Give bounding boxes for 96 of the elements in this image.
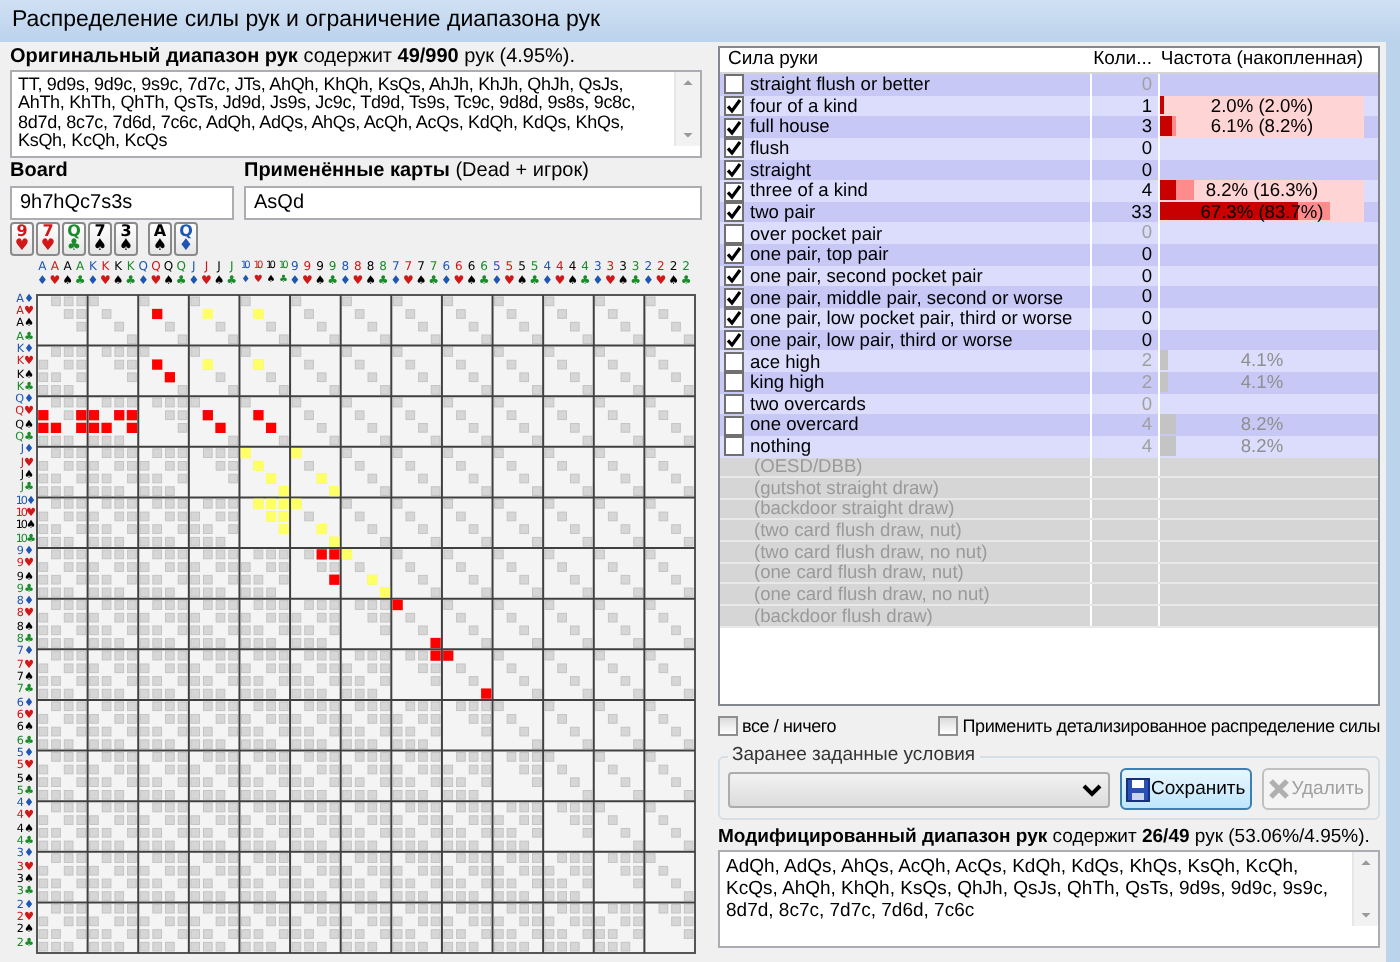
count-value: 2 [1141,371,1152,392]
draw-category: (one card flush draw, nut) [752,563,964,583]
hand-category[interactable]: one pair, middle pair, second or worse [750,287,1064,308]
count-value: 2 [1141,350,1152,371]
dead-cards-field[interactable]: AsQd [244,185,702,220]
window-title: Распределение силы рук и ограничение диапазона рук [0,0,1400,42]
card-button[interactable]: A ♠ [148,221,172,256]
checkbox[interactable] [724,308,744,329]
hand-category[interactable]: one pair, top pair [750,244,889,266]
hand-category[interactable]: four of a kind [750,95,858,117]
hand-category[interactable]: king high [750,372,825,393]
column-header[interactable]: Частота (накопленная) [1160,48,1364,72]
draw-category: (one card flush draw, no nut) [752,584,990,605]
count-value: 4 [1141,435,1152,456]
checkbox[interactable] [724,266,744,287]
board-label: Board [10,159,68,182]
checkbox[interactable] [724,223,744,244]
hand-category[interactable]: full house [750,116,830,138]
checkbox[interactable] [724,287,744,308]
draw-category: (backdoor flush draw) [752,606,933,626]
checkbox[interactable] [724,202,744,223]
checkbox[interactable] [938,716,959,736]
count-value: 4 [1141,414,1152,435]
hand-category[interactable]: two overcards [750,393,866,415]
draw-category: (gutshot straight draw) [752,478,939,498]
card-button[interactable]: 7 ♥ [36,221,60,256]
frequency-value: 6.1% (8.2%) [1210,116,1314,137]
checkbox[interactable] [724,159,744,180]
checkbox[interactable] [724,330,744,350]
group-title: Заранее заданные условия [730,744,978,768]
hand-category[interactable]: three of a kind [750,180,868,202]
count-value: 33 [1131,201,1152,222]
checkbox[interactable] [724,415,744,436]
hand-category[interactable]: over pocket pair [750,223,883,244]
count-value: 0 [1141,265,1152,286]
dead-cards-label: Применённые карты (Dead + игрок) [244,159,589,186]
card-button[interactable]: 7 ♠ [88,221,112,256]
draw-category: (two card flush draw, no nut) [752,542,988,562]
card-button[interactable]: Q ♣ [62,221,86,256]
count-value: 0 [1141,244,1152,265]
hand-category[interactable]: one pair, low pocket pair, third or worse [750,308,1073,330]
hand-category[interactable]: flush [750,138,790,159]
save-button[interactable]: Сохранить [1119,768,1252,810]
count-value: 4 [1141,180,1152,201]
card-button[interactable]: 3 ♠ [114,221,138,256]
count-value: 0 [1141,137,1152,158]
hand-category[interactable]: nothing [750,436,812,457]
modified-range-field[interactable]: AdQh, AdQs, AhQs, AcQh, AcQs, KdQh, KdQs, KhQs, KsQh, KcQh, KcQs, AhQh, KhQh, KsQs, QhJh, QsJs, QhTh, QsTs, 9d9s, 9d9c, 9s9c, 8d7d, 8c7c, 7d7c, 7d6d, 7c6c [718,850,1380,948]
frequency-value: 8.2% [1240,435,1284,456]
checkbox[interactable] [724,138,744,159]
count-value: 0 [1141,286,1152,307]
checkbox[interactable] [724,436,744,457]
hand-category[interactable]: ace high [750,351,821,372]
count-value: 0 [1141,329,1152,350]
range-summary: Модифицированный диапазон рук содержит 26/49 рук (53.06%/4.95%). [718,826,1372,850]
hand-category[interactable]: one overcard [750,414,859,436]
count-value: 0 [1141,159,1152,180]
checkbox[interactable] [724,351,744,372]
draw-category: (two card flush draw, nut) [752,520,962,541]
hand-category[interactable]: straight flush or better [750,74,930,95]
checkbox[interactable] [724,244,744,265]
count-value: 0 [1141,222,1152,243]
checkbox[interactable] [724,372,744,393]
checkbox[interactable] [724,181,744,202]
original-range-field[interactable]: TT, 9d9s, 9d9c, 9s9c, 7d7c, JTs, AhQh, KhQh, KsQs, AhJh, KhJh, QhJh, QsJs, AhTh, KhTh, QhTh, QsTs, Jd9d, Js9s, Jc9c, Td9d, Ts9s, Tc9c, 9d8d, 9s8s, 9c8c, 8d7d, 8c7c, 7d6d, 7c6c, AdQh, AdQs, AhQs, AcQh, AcQs, KdQh, KdQs, KhQs, KsQh, KcQh, KcQs [10,70,702,158]
frequency-value: 4.1% [1240,350,1284,371]
hand-category[interactable]: one pair, low pair, third or worse [750,329,1013,351]
draw-category: (OESD/DBB) [754,457,863,477]
hand-category[interactable]: one pair, second pocket pair [750,265,983,287]
frequency-value: 4.1% [1240,371,1284,392]
count-value: 3 [1141,116,1152,137]
frequency-value: 8.2% [1240,414,1284,435]
column-header[interactable]: Коли... [1092,48,1160,72]
count-value: 0 [1141,74,1152,94]
frequency-value: 8.2% (16.3%) [1205,180,1319,201]
count-value: 0 [1141,393,1152,414]
card-button[interactable]: Q ♦ [174,221,198,256]
hand-category[interactable]: straight [750,159,811,181]
checkbox[interactable] [718,716,738,736]
option-label[interactable]: все / ничего [742,715,837,737]
draw-category: (backdoor straight draw) [752,499,955,519]
column-header[interactable]: Сила руки [720,48,1092,72]
frequency-value: 2.0% (2.0%) [1210,95,1314,116]
hand-category[interactable]: two pair [750,202,816,223]
count-value: 1 [1141,95,1152,116]
save-icon [1125,777,1149,801]
option-label[interactable]: Применить детализированное распределение силы [962,715,1380,737]
count-value: 0 [1141,308,1152,329]
close-icon [1267,778,1290,800]
checkbox[interactable] [724,117,744,138]
checkbox[interactable] [724,393,744,414]
checkbox[interactable] [724,95,744,116]
checkbox[interactable] [724,74,744,95]
board-field[interactable]: 9h7hQc7s3s [10,185,234,220]
range-summary: Оригинальный диапазон рук содержит 49/990 рук (4.95%). [10,46,578,70]
card-button[interactable]: 9 ♥ [10,221,34,256]
